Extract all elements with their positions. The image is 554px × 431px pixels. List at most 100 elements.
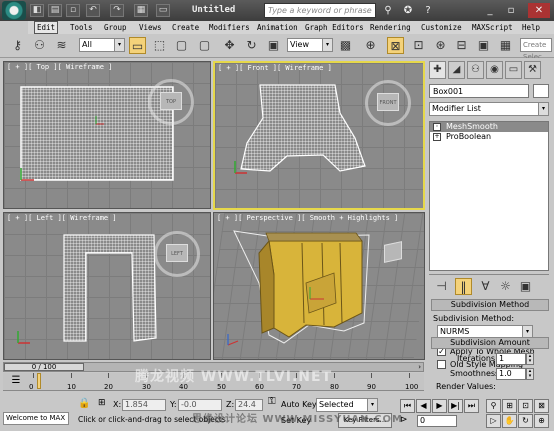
show-end-result-icon[interactable]: ‖	[455, 278, 472, 295]
menu-edit[interactable]: Edit	[34, 21, 59, 34]
go-to-end-icon[interactable]: ⏭	[464, 399, 479, 413]
window-crossing-icon[interactable]: ▢	[196, 37, 213, 54]
maxscript-listener[interactable]: Welcome to MAX	[3, 412, 69, 425]
selection-filter-dropdown[interactable]: All ▾	[79, 38, 125, 52]
search-input[interactable]: Type a keyword or phrase	[264, 3, 376, 18]
viewport-top-label[interactable]: [ + ][ Top ][ Wireframe ]	[7, 63, 112, 71]
select-by-name-icon[interactable]: ⬚	[151, 37, 168, 54]
project-folder-icon[interactable]: ▦	[134, 4, 148, 17]
modifier-stack[interactable]: ◦ MeshSmooth + ProBoolean	[429, 121, 549, 271]
menu-graph-editors[interactable]: Graph Editors	[305, 21, 364, 34]
close-button[interactable]: ✕	[528, 3, 550, 18]
named-selection-input[interactable]: Create Selec	[520, 38, 552, 61]
pin-stack-icon[interactable]: ⊣	[433, 278, 450, 295]
scale-icon[interactable]: ▣	[265, 37, 282, 54]
select-link-icon[interactable]: ⚷	[9, 37, 26, 54]
search-icon[interactable]: ⚲	[380, 3, 396, 18]
menu-rendering[interactable]: Rendering	[370, 21, 411, 34]
spinner-arrows-icon[interactable]: ▴ ▾	[526, 368, 534, 380]
object-color-swatch[interactable]	[533, 84, 549, 98]
absolute-mode-icon[interactable]: ⊞	[98, 398, 106, 408]
current-frame-field[interactable]: 0	[417, 415, 457, 427]
menu-customize[interactable]: Customize	[421, 21, 462, 34]
auto-key-label[interactable]: Auto Key	[281, 400, 317, 409]
zoom-extents-all-icon[interactable]: ⊠	[534, 399, 549, 413]
menu-maxscript[interactable]: MAXScript	[472, 21, 513, 34]
utilities-tab-icon[interactable]: ⚒	[524, 61, 541, 79]
pan-icon[interactable]: ✋	[502, 414, 517, 428]
unlink-icon[interactable]: ⚇	[31, 37, 48, 54]
edit-named-selection-icon[interactable]: ▦	[497, 37, 514, 54]
move-icon[interactable]: ✥	[221, 37, 238, 54]
display-tab-icon[interactable]: ▭	[505, 61, 522, 79]
create-tab-icon[interactable]: ✚	[429, 61, 446, 79]
undo-icon[interactable]: ↶	[86, 4, 100, 17]
bind-space-warp-icon[interactable]: ≋	[53, 37, 70, 54]
make-unique-icon[interactable]: ∀	[477, 278, 494, 295]
favorites-icon[interactable]: ✪	[400, 3, 416, 18]
object-name-field[interactable]: Box001	[429, 84, 529, 98]
iterations-spinner[interactable]: 1 ▴ ▾	[496, 353, 534, 365]
menu-animation[interactable]: Animation	[257, 21, 298, 34]
zoom-extents-icon[interactable]: ⊡	[518, 399, 533, 413]
hierarchy-tab-icon[interactable]: ⚇	[467, 61, 484, 79]
viewport-left-label[interactable]: [ + ][ Left ][ Wireframe ]	[7, 214, 117, 222]
viewport-perspective[interactable]: [ + ][ Perspective ][ Smooth + Highlight…	[213, 212, 425, 360]
modify-tab-icon[interactable]: ◢	[448, 61, 465, 79]
motion-tab-icon[interactable]: ◉	[486, 61, 503, 79]
menu-help[interactable]: Help	[522, 21, 540, 34]
time-slider-thumb[interactable]: 0 / 100	[4, 363, 84, 371]
remove-modifier-icon[interactable]: ☼	[497, 278, 514, 295]
field-of-view-icon[interactable]: ▷	[486, 414, 501, 428]
old-style-mapping-checkbox[interactable]	[437, 360, 446, 369]
pivot-center-icon[interactable]: ▩	[337, 37, 354, 54]
configure-sets-icon[interactable]: ▣	[517, 278, 534, 295]
spinner-arrows-icon[interactable]: ▴ ▾	[526, 353, 534, 365]
viewport-perspective-label[interactable]: [ + ][ Perspective ][ Smooth + Highlight…	[217, 214, 398, 222]
menu-modifiers[interactable]: Modifiers	[209, 21, 250, 34]
stack-item-meshsmooth[interactable]: ◦ MeshSmooth	[430, 122, 548, 132]
x-coordinate-field[interactable]: 1.854	[122, 399, 166, 411]
menu-group[interactable]: Group	[104, 21, 127, 34]
viewcube-left[interactable]: LEFT	[166, 244, 188, 262]
viewcube-front[interactable]: FRONT	[377, 93, 399, 111]
previous-frame-icon[interactable]: ◀	[416, 399, 431, 413]
save-file-icon[interactable]: ▫	[66, 4, 80, 17]
percent-snap-icon[interactable]: ⊟	[453, 37, 470, 54]
help-icon[interactable]: ?	[420, 3, 436, 18]
keyboard-shortcut-override-icon[interactable]: ⊠	[387, 37, 404, 54]
mini-curve-editor-icon[interactable]: ☰	[7, 375, 25, 389]
maximize-button[interactable]: ▫	[503, 3, 519, 18]
menu-views[interactable]: Views	[139, 21, 162, 34]
angle-snap-icon[interactable]: ⊛	[432, 37, 449, 54]
current-frame-marker[interactable]	[37, 373, 41, 389]
workspace-icon[interactable]: ▭	[156, 4, 170, 17]
rollout-subdivision-amount[interactable]: Subdivision Amount	[431, 337, 549, 349]
minimize-button[interactable]: _	[482, 3, 498, 18]
viewcube-top[interactable]: TOP	[160, 92, 182, 110]
lock-icon[interactable]: 🔒	[78, 398, 90, 409]
spinner-snap-icon[interactable]: ▣	[475, 37, 492, 54]
next-frame-icon[interactable]: ▶|	[448, 399, 463, 413]
maximize-viewport-icon[interactable]: ⊕	[534, 414, 549, 428]
menu-tools[interactable]: Tools	[70, 21, 93, 34]
menu-create[interactable]: Create	[172, 21, 199, 34]
select-manipulate-icon[interactable]: ⊕	[362, 37, 379, 54]
play-icon[interactable]: ▶	[432, 399, 447, 413]
redo-icon[interactable]: ↷	[110, 4, 124, 17]
next-frame-arrow-icon[interactable]: ›	[418, 363, 421, 371]
viewport-front-label[interactable]: [ + ][ Front ][ Wireframe ]	[218, 64, 332, 72]
lightbulb-icon[interactable]: ◦	[433, 123, 441, 131]
orbit-icon[interactable]: ↻	[518, 414, 533, 428]
new-file-icon[interactable]: ◧	[30, 4, 44, 17]
reference-coordinate-dropdown[interactable]: View ▾	[287, 38, 333, 52]
snaps-toggle-icon[interactable]: ⊡	[410, 37, 427, 54]
zoom-all-icon[interactable]: ⊞	[502, 399, 517, 413]
rollout-subdivision-method[interactable]: Subdivision Method	[431, 299, 549, 311]
rectangular-selection-icon[interactable]: ▢	[173, 37, 190, 54]
stack-item-proboolean[interactable]: + ProBoolean	[430, 132, 548, 142]
viewcube-perspective[interactable]	[384, 241, 402, 263]
zoom-icon[interactable]: ⚲	[486, 399, 501, 413]
app-logo-icon[interactable]	[2, 1, 26, 20]
rotate-icon[interactable]: ↻	[243, 37, 260, 54]
